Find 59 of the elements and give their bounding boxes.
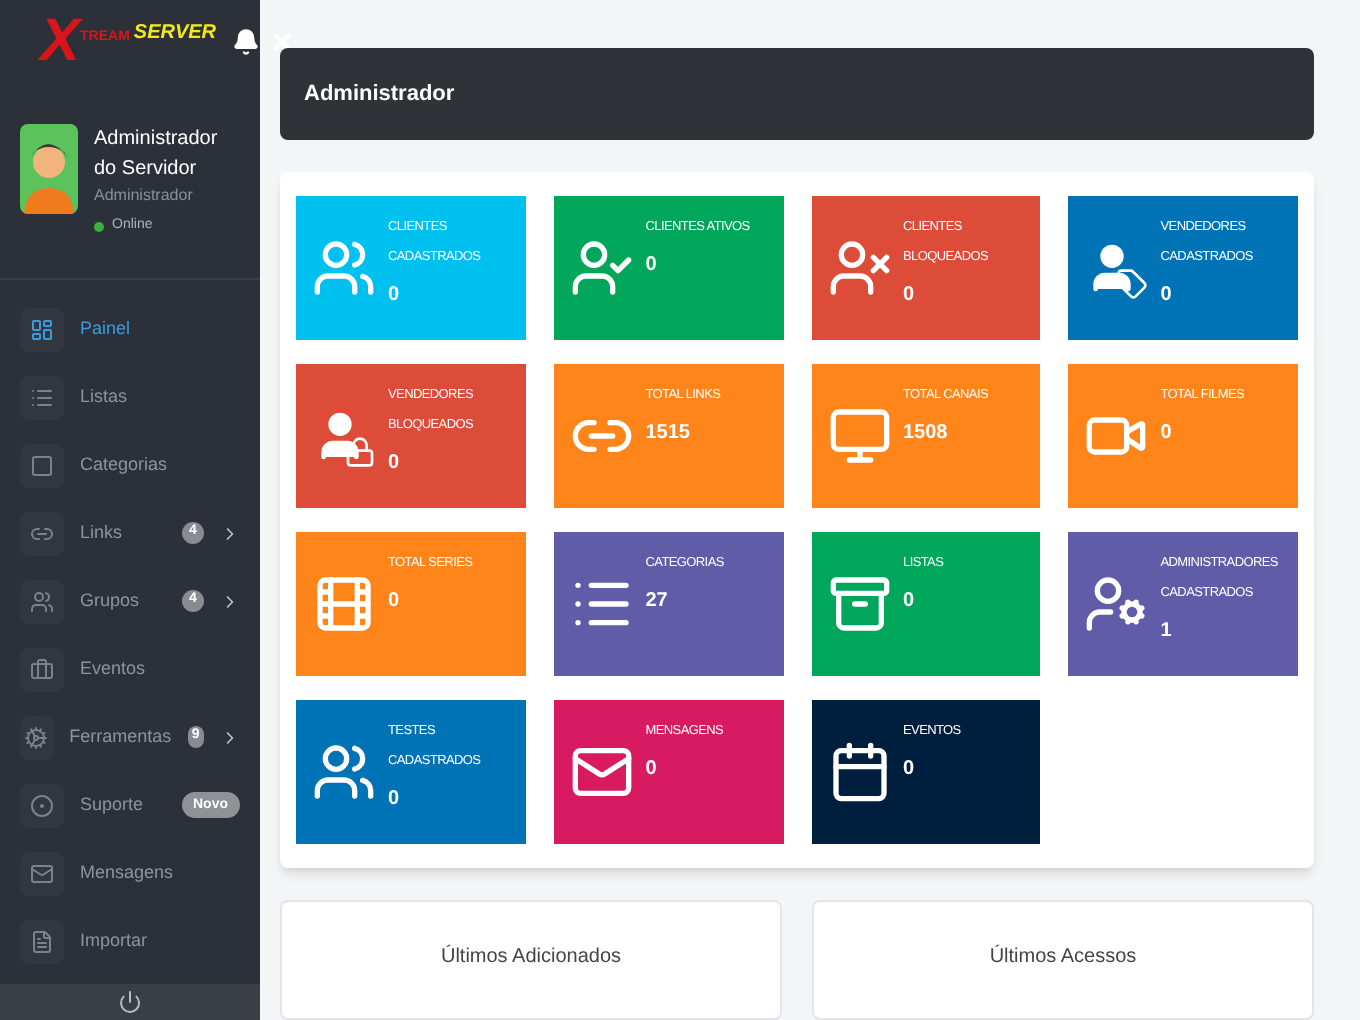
mail-icon: [30, 861, 54, 885]
archive-icon: [827, 572, 891, 636]
tile-value: 1: [1160, 618, 1174, 646]
menu-label: Grupos: [80, 587, 142, 614]
tile-value: 0: [388, 282, 402, 310]
menu-item[interactable]: Listas: [0, 363, 260, 431]
film-icon: [312, 572, 376, 636]
monitor-icon: [827, 404, 891, 468]
menu-label: Categorias: [80, 451, 170, 478]
menu-item[interactable]: Categorias: [0, 431, 260, 499]
user-x-icon: [827, 236, 891, 300]
tile-value: 0: [388, 450, 402, 478]
notification-icon[interactable]: [232, 28, 261, 56]
section-title: Últimos Acessos: [989, 942, 1137, 972]
menu-label: Listas: [80, 383, 130, 410]
tile-value: 0: [645, 252, 659, 280]
tile-value: 0: [1160, 420, 1174, 448]
tile-value: 0: [903, 588, 917, 616]
menu-label: Eventos: [80, 655, 148, 682]
menu-label: Importar: [80, 927, 150, 954]
calendar-icon: [827, 740, 891, 804]
briefcase-icon: [30, 657, 54, 681]
tile-value: 1508: [903, 420, 950, 448]
menu-label: Painel: [80, 315, 133, 342]
tile-value: 0: [645, 756, 659, 784]
profile-role: Administrador: [94, 184, 195, 208]
avatar: [20, 124, 78, 214]
section-title: Últimos Adicionados: [440, 942, 622, 972]
user-gear-icon: [1084, 572, 1149, 636]
tile-value: 0: [388, 786, 402, 814]
user-check-icon: [569, 236, 634, 300]
menu-label: Suporte: [80, 791, 146, 818]
logo-text: SERVER: [133, 20, 217, 48]
tile-value: 0: [1160, 282, 1174, 310]
tile-value: 0: [388, 588, 402, 616]
close-icon[interactable]: [268, 28, 297, 56]
menu-item[interactable]: Importar: [0, 907, 260, 975]
menu-item[interactable]: Mensagens: [0, 839, 260, 907]
users-icon: [312, 236, 376, 300]
power-icon[interactable]: [118, 990, 142, 1014]
logo-letter: X: [40, 12, 81, 72]
page-title: Administrador: [304, 79, 455, 110]
tile-value: 27: [645, 588, 670, 616]
circle-icon: [30, 793, 54, 817]
menu-label: Ferramentas: [69, 723, 172, 750]
tile-value: 1515: [645, 420, 692, 448]
dashboard-icon: [30, 317, 54, 341]
menu-item[interactable]: Painel: [0, 295, 260, 363]
file-icon: [30, 929, 54, 953]
gear-icon: [24, 725, 49, 749]
square-icon: [30, 453, 54, 477]
users-icon: [312, 740, 376, 804]
tile-value: 0: [903, 756, 917, 784]
menu-item[interactable]: Eventos: [0, 635, 260, 703]
menu-label: Links: [80, 519, 125, 546]
tile-value: 0: [903, 282, 917, 310]
profile-name: Administrador do Servidor: [94, 126, 220, 184]
menu-label: Mensagens: [80, 859, 176, 886]
users-icon: [30, 589, 54, 613]
